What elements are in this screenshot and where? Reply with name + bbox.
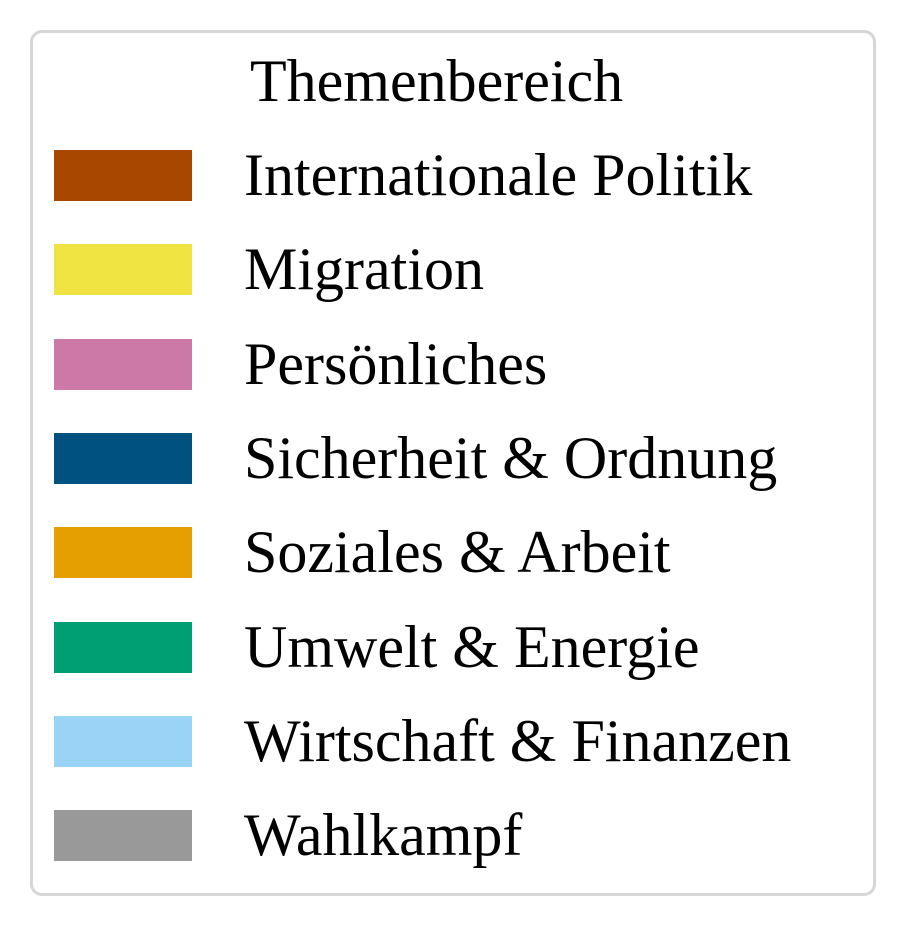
legend-label: Wahlkampf xyxy=(244,802,523,869)
legend-entry: Sicherheit & Ordnung xyxy=(54,423,874,493)
legend-label: Sicherheit & Ordnung xyxy=(244,424,778,491)
legend-swatch xyxy=(54,621,192,673)
legend-swatch xyxy=(54,810,192,862)
legend-label: Persönliches xyxy=(244,330,548,397)
legend-swatch xyxy=(54,527,192,579)
legend-entry: Soziales & Arbeit xyxy=(54,517,874,587)
legend-label: Umwelt & Energie xyxy=(244,613,700,680)
legend-label: Migration xyxy=(244,236,484,303)
legend-title: Themenbereich xyxy=(250,48,624,114)
legend-label: Internationale Politik xyxy=(244,142,753,208)
legend-label: Soziales & Arbeit xyxy=(244,519,671,586)
legend-entry: Wahlkampf xyxy=(54,800,874,870)
legend-swatch xyxy=(54,338,192,390)
legend-entry: Umwelt & Energie xyxy=(54,612,874,682)
legend-entry: Wirtschaft & Finanzen xyxy=(54,706,874,776)
legend-label: Wirtschaft & Finanzen xyxy=(244,707,792,774)
legend-swatch xyxy=(54,150,192,201)
legend-entry: Migration xyxy=(54,234,874,304)
legend-swatch xyxy=(54,715,192,767)
legend-entry: Internationale Politik xyxy=(54,140,874,210)
legend-swatch xyxy=(54,432,192,484)
legend-entry: Persönliches xyxy=(54,329,874,399)
legend-swatch xyxy=(54,244,192,296)
